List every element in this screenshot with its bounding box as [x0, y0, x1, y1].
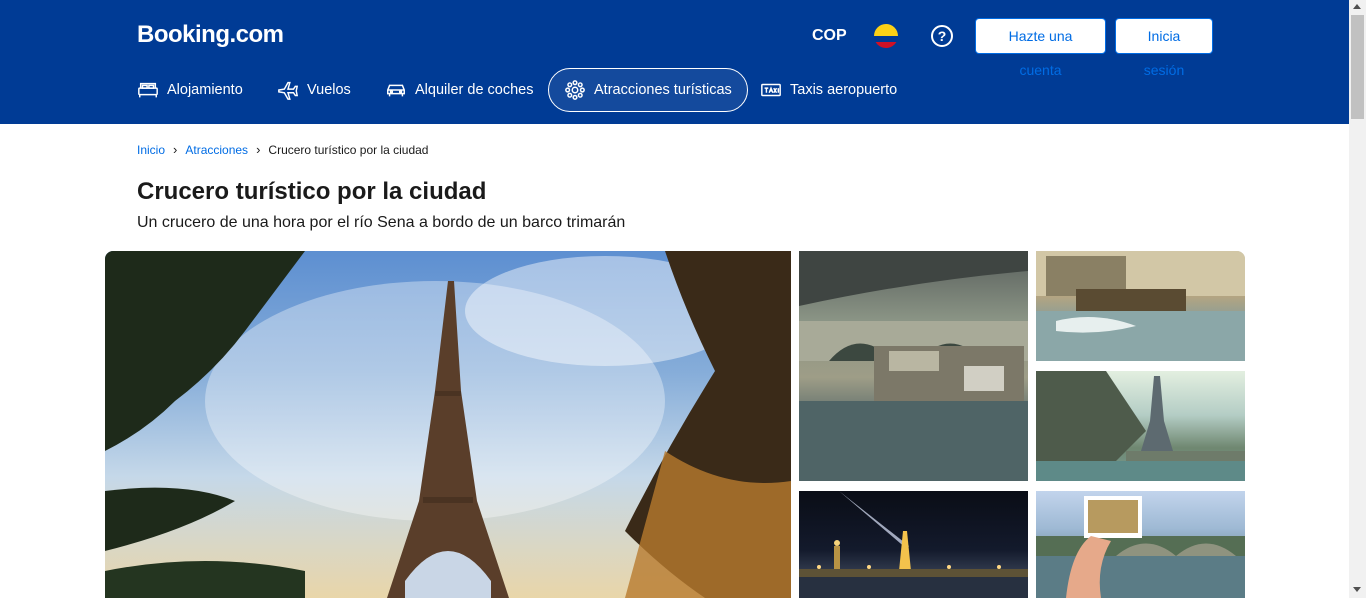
gallery-photo-postcard[interactable]: [1036, 491, 1245, 598]
breadcrumb: Inicio › Atracciones › Crucero turístico…: [137, 142, 428, 157]
attractions-icon: [565, 80, 585, 100]
chevron-right-icon: ›: [173, 142, 178, 157]
page-subtitle: Un crucero de una hora por el río Sena a…: [137, 214, 626, 231]
taxi-icon: [761, 83, 781, 97]
breadcrumb-link-inicio[interactable]: Inicio: [137, 143, 165, 157]
nav-label: Alquiler de coches: [415, 82, 534, 98]
question-circle-icon[interactable]: ?: [931, 25, 953, 47]
scroll-down-arrow-icon[interactable]: [1353, 587, 1361, 592]
booking-logo[interactable]: Booking.com: [137, 21, 284, 49]
gallery-photo-river-cruise[interactable]: [1036, 251, 1245, 361]
paris-night-image: [799, 491, 1028, 598]
nav-item-vuelos[interactable]: Vuelos: [277, 68, 351, 112]
scroll-up-arrow-icon[interactable]: [1353, 4, 1361, 9]
gallery-photo-eiffel-bridge[interactable]: [1036, 371, 1245, 481]
gallery-photo-night[interactable]: [799, 491, 1028, 598]
nav-item-alquiler-coches[interactable]: Alquiler de coches: [385, 68, 534, 112]
colombia-flag-icon[interactable]: [874, 24, 898, 48]
boat-under-bridge-image: [799, 251, 1028, 481]
nav-label: Vuelos: [307, 82, 351, 98]
breadcrumb-current: Crucero turístico por la ciudad: [268, 142, 429, 157]
car-icon: [387, 84, 405, 97]
nav-item-taxis[interactable]: Taxis aeropuerto: [760, 68, 897, 112]
plane-icon: [278, 81, 299, 100]
nav-label: Alojamiento: [167, 82, 243, 98]
river-cruise-image: [1036, 251, 1245, 361]
signin-button[interactable]: Inicia sesión: [1115, 18, 1213, 78]
bed-icon: [138, 82, 158, 98]
gallery-photo-boat-bridge[interactable]: [799, 251, 1028, 481]
page-title: Crucero turístico por la ciudad: [137, 178, 487, 205]
register-button[interactable]: Hazte una cuenta: [975, 18, 1106, 78]
postcard-hand-image: [1036, 496, 1245, 598]
chevron-right-icon: ›: [256, 142, 261, 157]
scrollbar-thumb[interactable]: [1351, 15, 1364, 119]
currency-selector[interactable]: COP: [812, 27, 847, 45]
breadcrumb-link-atracciones[interactable]: Atracciones: [185, 143, 248, 157]
eiffel-tower-image: [105, 251, 791, 598]
nav-label: Atracciones turísticas: [594, 82, 732, 98]
nav-label: Taxis aeropuerto: [790, 82, 898, 98]
gallery-main-photo[interactable]: [105, 251, 791, 598]
site-header: Booking.com COP ? Hazte una cuenta Inici…: [0, 0, 1349, 124]
eiffel-from-bridge-image: [1036, 371, 1245, 481]
nav-item-alojamiento[interactable]: Alojamiento: [137, 68, 243, 112]
nav-item-atracciones[interactable]: Atracciones turísticas: [548, 68, 748, 112]
